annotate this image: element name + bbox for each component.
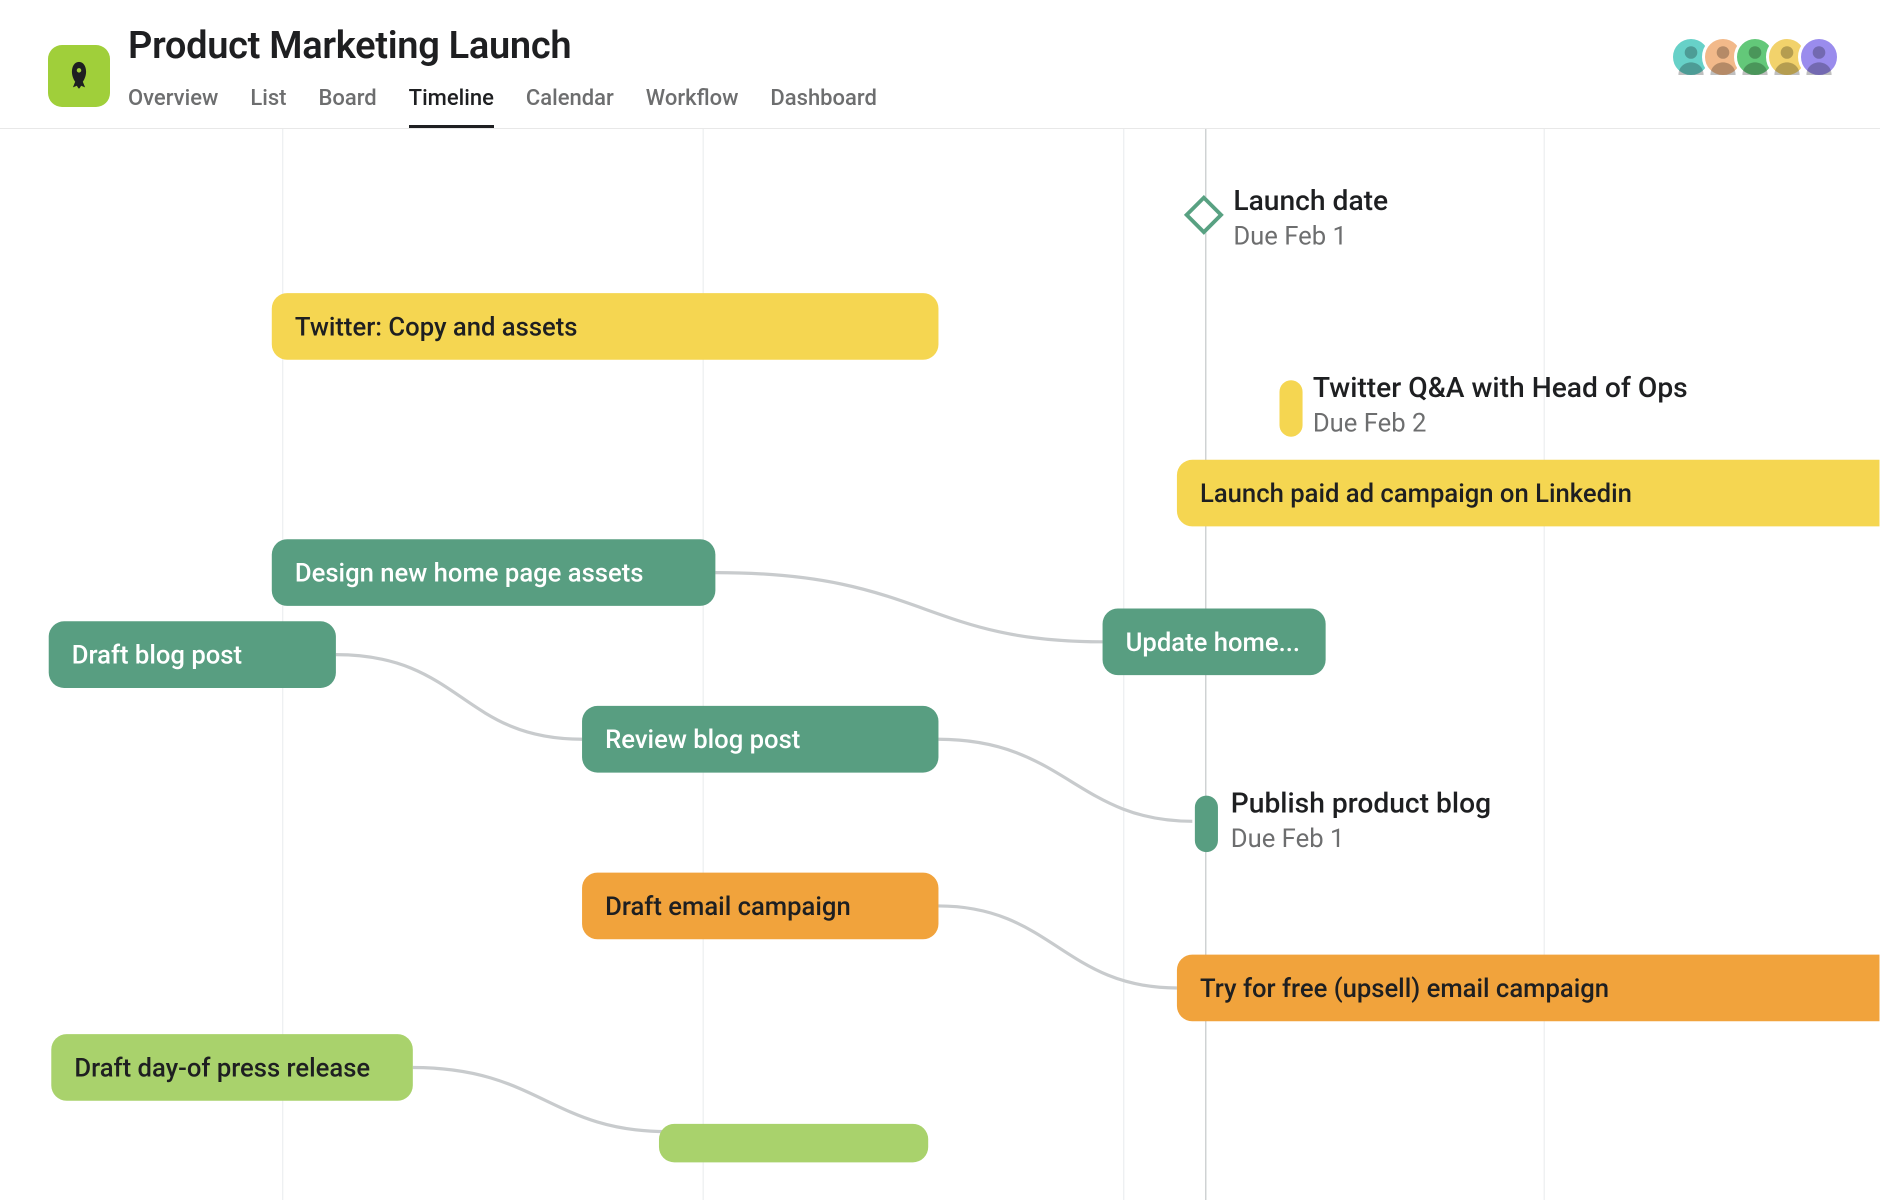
- task-linkedin-ads[interactable]: Launch paid ad campaign on Linkedin: [1177, 460, 1880, 527]
- timeline-gridline: [1544, 129, 1545, 1200]
- task-twitter-qa-pill[interactable]: [1279, 380, 1302, 436]
- task-update-home[interactable]: Update home...: [1103, 608, 1326, 675]
- task-twitter-qa-label[interactable]: Twitter Q&A with Head of Ops Due Feb 2: [1313, 373, 1688, 438]
- tab-board[interactable]: Board: [318, 78, 376, 128]
- task-due: Due Feb 1: [1231, 823, 1491, 854]
- milestone-due: Due Feb 1: [1233, 220, 1388, 251]
- milestone-marker-icon[interactable]: [1184, 195, 1224, 235]
- task-publish-blog-pill[interactable]: [1195, 796, 1218, 852]
- task-twitter-copy[interactable]: Twitter: Copy and assets: [272, 293, 939, 360]
- task-design-home[interactable]: Design new home page assets: [272, 539, 716, 606]
- tab-timeline[interactable]: Timeline: [409, 78, 494, 128]
- tab-list[interactable]: List: [250, 78, 286, 128]
- task-cut-off[interactable]: [659, 1124, 928, 1162]
- person-icon: [1801, 39, 1837, 75]
- timeline-canvas[interactable]: Launch date Due Feb 1 Twitter: Copy and …: [0, 129, 1879, 1200]
- task-draft-email[interactable]: Draft email campaign: [582, 873, 938, 940]
- milestone-label[interactable]: Launch date Due Feb 1: [1233, 185, 1388, 250]
- task-press-release[interactable]: Draft day-of press release: [51, 1034, 413, 1101]
- project-members[interactable]: [1680, 36, 1840, 78]
- rocket-icon: [62, 59, 96, 93]
- task-title: Twitter Q&A with Head of Ops: [1313, 373, 1688, 405]
- task-upsell-email[interactable]: Try for free (upsell) email campaign: [1177, 955, 1880, 1022]
- task-draft-blog[interactable]: Draft blog post: [49, 621, 336, 688]
- project-title: Product Marketing Launch: [128, 24, 877, 68]
- tab-overview[interactable]: Overview: [128, 78, 218, 128]
- avatar[interactable]: [1798, 36, 1840, 78]
- task-review-blog[interactable]: Review blog post: [582, 706, 938, 773]
- milestone-title: Launch date: [1233, 185, 1388, 217]
- project-icon: [48, 45, 110, 107]
- project-header: Product Marketing Launch Overview List B…: [0, 0, 1880, 129]
- task-title: Publish product blog: [1231, 788, 1491, 820]
- task-due: Due Feb 2: [1313, 407, 1688, 438]
- view-tabs: Overview List Board Timeline Calendar Wo…: [128, 78, 877, 128]
- task-publish-blog-label[interactable]: Publish product blog Due Feb 1: [1231, 788, 1491, 853]
- tab-workflow[interactable]: Workflow: [646, 78, 739, 128]
- tab-calendar[interactable]: Calendar: [526, 78, 614, 128]
- tab-dashboard[interactable]: Dashboard: [770, 78, 876, 128]
- timeline-gridline: [703, 129, 704, 1200]
